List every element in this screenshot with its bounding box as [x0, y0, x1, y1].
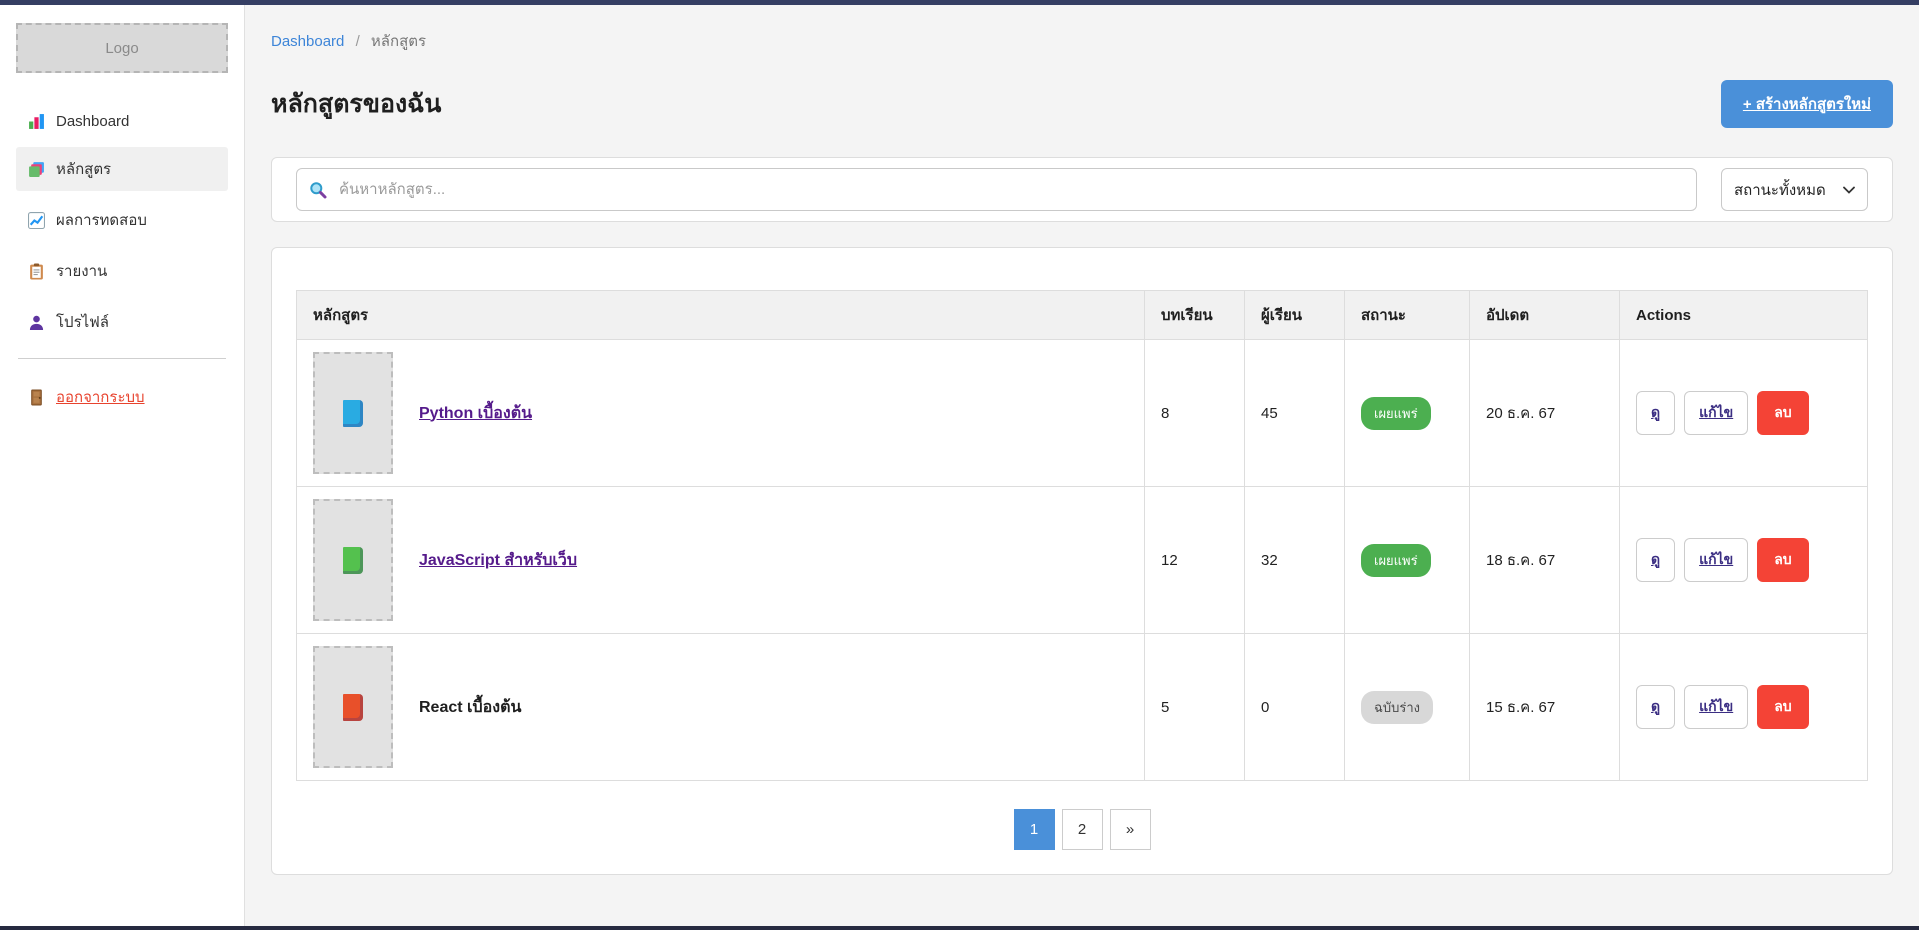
sidebar-item-label: โปรไฟล์	[56, 310, 109, 334]
breadcrumb-separator: /	[356, 33, 360, 50]
breadcrumb-dashboard-link[interactable]: Dashboard	[271, 33, 344, 50]
sidebar-item-label: Dashboard	[56, 113, 129, 130]
page-header: หลักสูตรของฉัน + สร้างหลักสูตรใหม่	[271, 80, 1893, 128]
sidebar-nav: Dashboard หลักสูตร ผลการทดสอบ รายงาน	[16, 103, 228, 344]
delete-button[interactable]: ลบ	[1757, 685, 1808, 729]
search-field-wrapper	[296, 168, 1697, 211]
view-button[interactable]: ดู	[1636, 538, 1675, 582]
bottom-accent-bar	[0, 926, 1919, 930]
courses-table: หลักสูตร บทเรียน ผู้เรียน สถานะ อัปเดต A…	[296, 290, 1868, 781]
green-book-icon	[343, 547, 363, 574]
sidebar: Logo Dashboard หลักสูตร ผลการทดสอบ	[0, 5, 245, 926]
column-header-lessons: บทเรียน	[1145, 291, 1245, 340]
course-thumbnail	[313, 499, 393, 621]
sidebar-item-reports[interactable]: รายงาน	[16, 249, 228, 293]
table-row: React เบื้องต้น 5 0 ฉบับร่าง 15 ธ.ค. 67 …	[297, 634, 1868, 781]
sidebar-item-label: ผลการทดสอบ	[56, 208, 147, 232]
logout-label: ออกจากระบบ	[56, 385, 145, 409]
status-filter-value: สถานะทั้งหมด	[1734, 178, 1826, 202]
sidebar-item-dashboard[interactable]: Dashboard	[16, 103, 228, 140]
search-input[interactable]	[296, 168, 1697, 211]
logout-link[interactable]: ออกจากระบบ	[16, 385, 228, 409]
view-button[interactable]: ดู	[1636, 685, 1675, 729]
status-badge: ฉบับร่าง	[1361, 691, 1433, 724]
status-badge: เผยแพร่	[1361, 397, 1431, 430]
sidebar-item-label: หลักสูตร	[56, 157, 111, 181]
delete-button[interactable]: ลบ	[1757, 538, 1808, 582]
clipboard-icon	[28, 263, 45, 280]
edit-button[interactable]: แก้ไข	[1684, 685, 1748, 729]
column-header-students: ผู้เรียน	[1245, 291, 1345, 340]
next-page-button[interactable]: »	[1110, 809, 1151, 850]
pagination: 1 2 »	[296, 809, 1868, 850]
page-2-button[interactable]: 2	[1062, 809, 1103, 850]
page-1-button[interactable]: 1	[1014, 809, 1055, 850]
red-book-icon	[343, 694, 363, 721]
sidebar-item-label: รายงาน	[56, 259, 107, 283]
table-row: JavaScript สำหรับเว็บ 12 32 เผยแพร่ 18 ธ…	[297, 487, 1868, 634]
breadcrumb-current: หลักสูตร	[371, 33, 426, 50]
logo-placeholder: Logo	[16, 23, 228, 73]
blue-book-icon	[343, 400, 363, 427]
column-header-course: หลักสูตร	[297, 291, 1145, 340]
filter-bar: สถานะทั้งหมด	[271, 157, 1893, 222]
lessons-count: 12	[1145, 487, 1245, 634]
course-name-link[interactable]: JavaScript สำหรับเว็บ	[419, 548, 577, 573]
status-filter-select[interactable]: สถานะทั้งหมด	[1721, 168, 1868, 211]
main-content: Dashboard / หลักสูตร หลักสูตรของฉัน + สร…	[245, 5, 1919, 926]
table-row: Python เบื้องต้น 8 45 เผยแพร่ 20 ธ.ค. 67…	[297, 340, 1868, 487]
updated-date: 18 ธ.ค. 67	[1470, 487, 1620, 634]
create-course-button[interactable]: + สร้างหลักสูตรใหม่	[1721, 80, 1893, 128]
breadcrumb: Dashboard / หลักสูตร	[271, 29, 1893, 53]
search-icon	[308, 180, 328, 200]
chart-increasing-icon	[28, 212, 45, 229]
delete-button[interactable]: ลบ	[1757, 391, 1808, 435]
person-icon	[28, 314, 45, 331]
course-name-text: React เบื้องต้น	[419, 695, 521, 720]
sidebar-item-courses[interactable]: หลักสูตร	[16, 147, 228, 191]
column-header-status: สถานะ	[1345, 291, 1470, 340]
books-icon	[28, 161, 45, 178]
edit-button[interactable]: แก้ไข	[1684, 391, 1748, 435]
edit-button[interactable]: แก้ไข	[1684, 538, 1748, 582]
course-thumbnail	[313, 352, 393, 474]
sidebar-item-test-results[interactable]: ผลการทดสอบ	[16, 198, 228, 242]
table-header-row: หลักสูตร บทเรียน ผู้เรียน สถานะ อัปเดต A…	[297, 291, 1868, 340]
updated-date: 15 ธ.ค. 67	[1470, 634, 1620, 781]
courses-table-card: หลักสูตร บทเรียน ผู้เรียน สถานะ อัปเดต A…	[271, 247, 1893, 875]
page-title: หลักสูตรของฉัน	[271, 84, 441, 124]
lessons-count: 5	[1145, 634, 1245, 781]
sidebar-item-profile[interactable]: โปรไฟล์	[16, 300, 228, 344]
updated-date: 20 ธ.ค. 67	[1470, 340, 1620, 487]
course-name-link[interactable]: Python เบื้องต้น	[419, 401, 532, 426]
students-count: 0	[1245, 634, 1345, 781]
sidebar-divider	[18, 358, 226, 359]
course-thumbnail	[313, 646, 393, 768]
chevron-down-icon	[1843, 186, 1855, 194]
students-count: 45	[1245, 340, 1345, 487]
column-header-actions: Actions	[1620, 291, 1868, 340]
column-header-updated: อัปเดต	[1470, 291, 1620, 340]
door-icon	[28, 389, 45, 406]
view-button[interactable]: ดู	[1636, 391, 1675, 435]
status-badge: เผยแพร่	[1361, 544, 1431, 577]
students-count: 32	[1245, 487, 1345, 634]
bar-chart-icon	[28, 113, 45, 130]
lessons-count: 8	[1145, 340, 1245, 487]
